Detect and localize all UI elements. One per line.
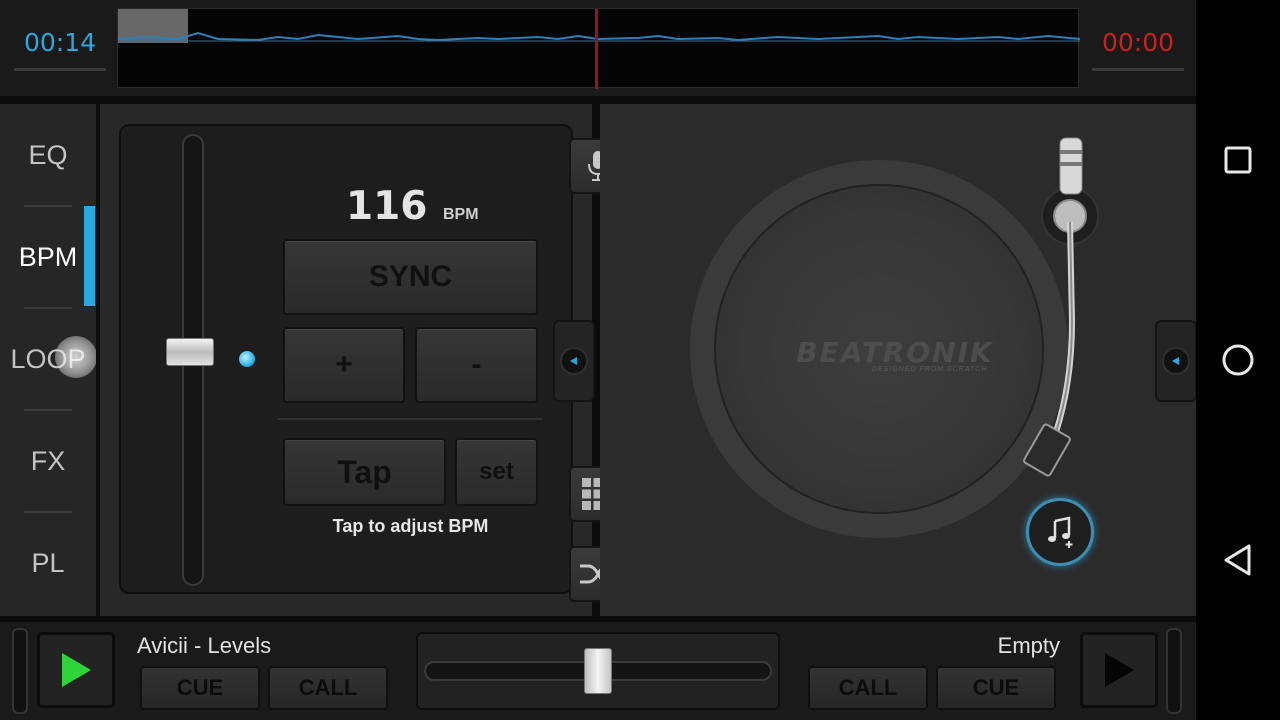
left-play-button[interactable]	[37, 632, 115, 708]
triangle-left-icon	[570, 357, 577, 365]
tap-button[interactable]: Tap	[283, 438, 446, 506]
recents-button[interactable]	[1216, 138, 1260, 182]
right-call-button[interactable]: CALL	[808, 666, 928, 710]
play-icon	[62, 653, 91, 687]
right-vu-meter	[1166, 628, 1182, 714]
dj-app: 00:14 00:00 EQ BPM LOOP FX PL 116 BPM SY…	[0, 0, 1197, 720]
home-button[interactable]	[1216, 338, 1260, 382]
left-cue-button[interactable]: CUE	[140, 666, 260, 710]
right-track-title: Empty	[997, 633, 1060, 658]
sync-button[interactable]: SYNC	[283, 239, 538, 315]
right-play-button[interactable]	[1080, 632, 1158, 708]
add-music-icon	[1048, 516, 1073, 548]
platter-logo-subtitle: DESIGNED FROM SCRATCH	[872, 366, 988, 373]
set-button[interactable]: set	[455, 438, 538, 506]
tab-pl[interactable]: PL	[0, 512, 96, 614]
playhead-line[interactable]	[595, 9, 598, 89]
right-panel-collapse-button[interactable]	[1155, 320, 1197, 402]
left-panel-collapse-button[interactable]	[553, 320, 595, 402]
tab-fx[interactable]: FX	[0, 410, 96, 512]
back-button[interactable]	[1216, 538, 1260, 582]
add-music-button[interactable]	[1026, 498, 1094, 566]
panel-divider	[277, 418, 543, 420]
bpm-minus-button[interactable]: -	[415, 327, 538, 403]
right-cue-button[interactable]: CUE	[936, 666, 1056, 710]
track-waveform[interactable]	[117, 8, 1080, 89]
left-track-title: Avicii - Levels	[137, 633, 272, 658]
left-deck-time: 00:14	[24, 28, 97, 57]
tap-hint-text: Tap to adjust BPM	[332, 516, 489, 536]
top-divider	[0, 96, 1196, 104]
crossfader-handle[interactable]	[584, 648, 612, 694]
recents-icon	[1224, 146, 1252, 174]
left-call-button[interactable]: CALL	[268, 666, 388, 710]
right-deck-time: 00:00	[1102, 28, 1175, 57]
tab-eq[interactable]: EQ	[0, 104, 96, 206]
left-time-underline	[14, 68, 106, 71]
back-icon	[1224, 544, 1251, 576]
left-vu-meter	[12, 628, 28, 714]
right-time-underline	[1092, 68, 1184, 71]
tonearm[interactable]	[1010, 132, 1120, 492]
collapse-circle	[560, 347, 588, 375]
waveform-bar: 00:14 00:00	[0, 0, 1196, 96]
feature-tabs: EQ BPM LOOP FX PL	[0, 104, 97, 616]
touch-indicator	[55, 336, 97, 378]
tab-bpm[interactable]: BPM	[0, 206, 96, 308]
collapse-circle	[1162, 347, 1190, 375]
bpm-value: 116	[346, 184, 428, 229]
play-icon	[1105, 653, 1134, 687]
active-tab-indicator	[84, 206, 95, 306]
bpm-plus-button[interactable]: +	[283, 327, 405, 403]
waveform-graph	[118, 31, 1080, 42]
home-icon	[1222, 344, 1254, 376]
pitch-slider-handle[interactable]	[166, 337, 214, 366]
triangle-left-icon	[1172, 357, 1179, 365]
pitch-center-led	[239, 351, 255, 367]
bpm-unit: BPM	[443, 206, 479, 223]
